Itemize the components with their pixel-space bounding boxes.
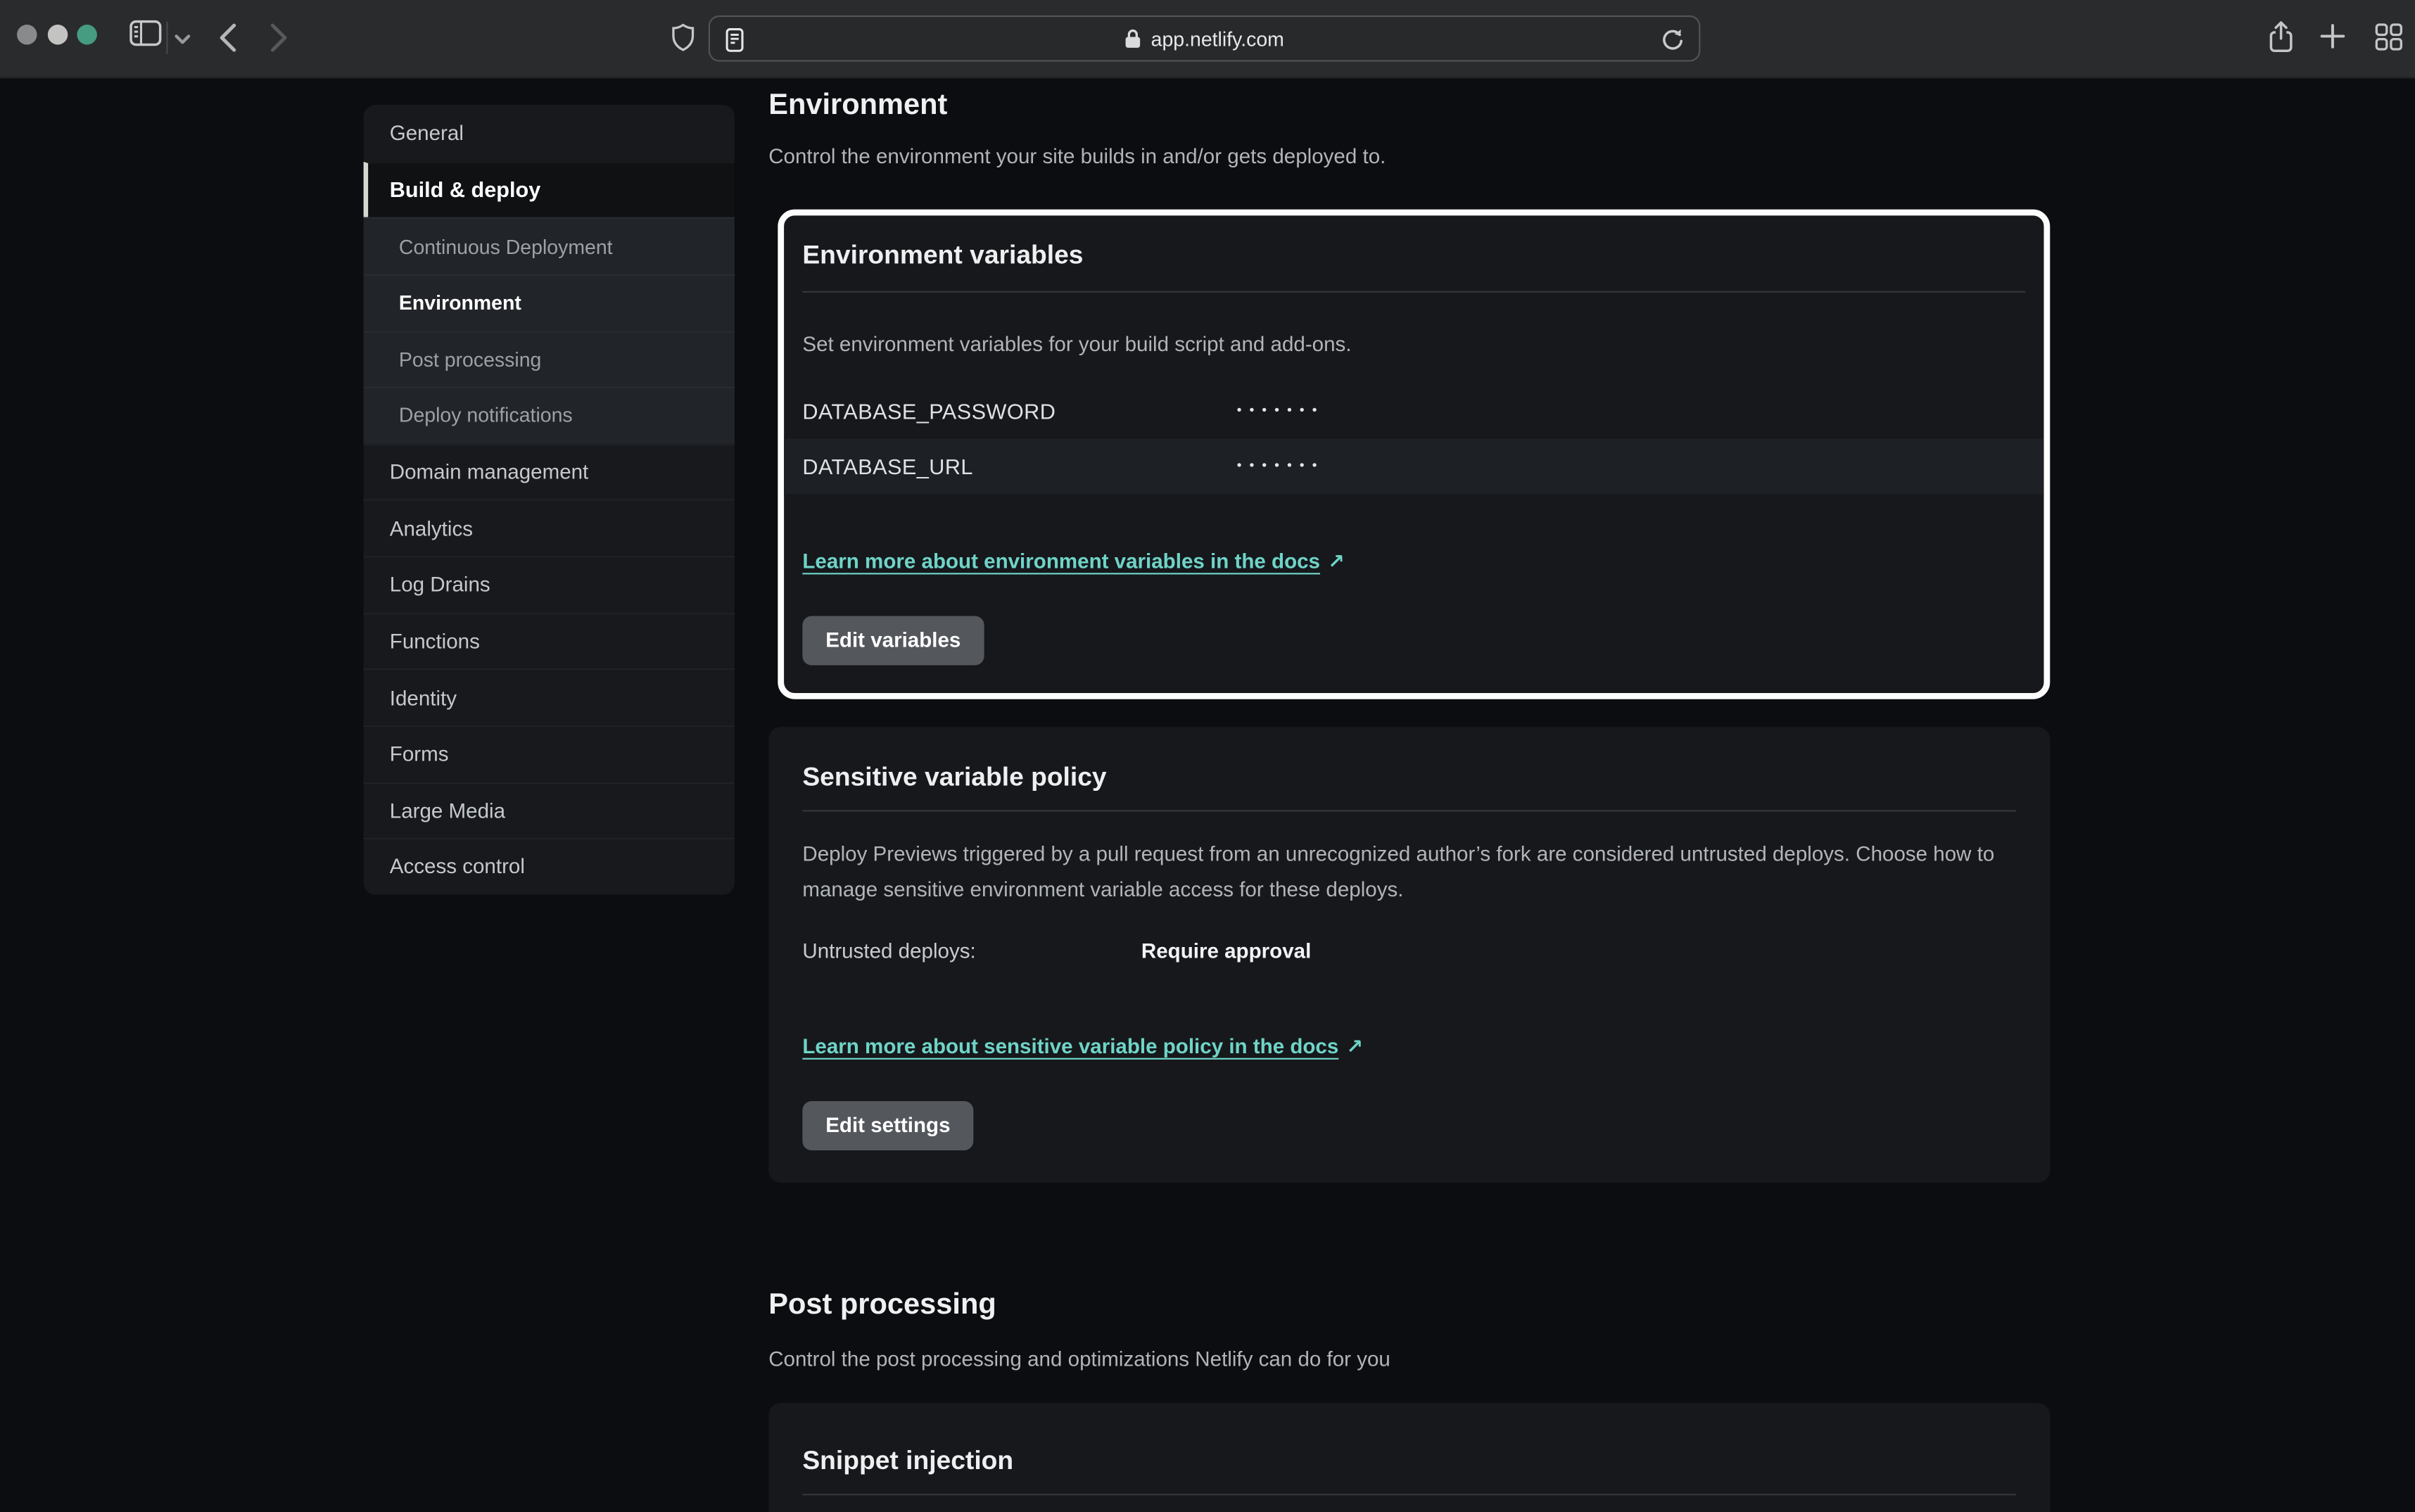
sidebar-toggle-icon[interactable] <box>129 20 162 46</box>
sidebar-item-forms[interactable]: Forms <box>364 725 735 782</box>
forward-button-icon[interactable] <box>270 23 288 53</box>
window-zoom-button[interactable] <box>77 25 96 44</box>
sidebar-item-access-control[interactable]: Access control <box>364 838 735 894</box>
env-variable-row: DATABASE_PASSWORD ••••••• <box>784 383 2043 438</box>
settings-sidebar: General Build & deploy Continuous Deploy… <box>364 105 735 894</box>
env-variable-row: DATABASE_URL ••••••• <box>784 438 2043 494</box>
environment-variables-card-highlight: Environment variables Set environment va… <box>778 209 2050 699</box>
edit-settings-button[interactable]: Edit settings <box>802 1100 973 1150</box>
external-link-arrow-icon: ↗ <box>1346 1034 1363 1059</box>
new-tab-plus-icon[interactable] <box>2319 23 2345 49</box>
env-variable-masked-value: ••••••• <box>1237 459 1325 474</box>
sidebar-item-identity[interactable]: Identity <box>364 668 735 725</box>
sidebar-item-deploy-notifications[interactable]: Deploy notifications <box>364 387 735 443</box>
sensitive-variable-policy-card: Sensitive variable policy Deploy Preview… <box>768 726 2050 1182</box>
post-processing-title: Post processing <box>768 1287 2051 1322</box>
settings-content: Environment Control the environment your… <box>768 79 2051 1512</box>
policy-card-title: Sensitive variable policy <box>802 762 2016 793</box>
window-minimize-button[interactable] <box>47 25 67 44</box>
webpage-viewport: General Build & deploy Continuous Deploy… <box>0 79 2415 1512</box>
post-processing-subtitle: Control the post processing and optimiza… <box>768 1347 2051 1374</box>
toolbar-separator <box>166 22 167 54</box>
untrusted-deploys-label: Untrusted deploys: <box>802 939 1141 963</box>
env-variable-list: DATABASE_PASSWORD ••••••• DATABASE_URL •… <box>784 383 2043 494</box>
url-text: app.netlify.com <box>1151 27 1284 50</box>
sidebar-item-large-media[interactable]: Large Media <box>364 782 735 838</box>
edit-variables-button[interactable]: Edit variables <box>802 616 984 665</box>
sidebar-item-log-drains[interactable]: Log Drains <box>364 556 735 612</box>
sidebar-item-analytics[interactable]: Analytics <box>364 500 735 556</box>
window-controls <box>17 25 97 44</box>
privacy-shield-icon[interactable] <box>671 23 695 53</box>
safari-window: app.netlify.com <box>0 0 2415 1512</box>
window-close-button[interactable] <box>17 25 37 44</box>
sidebar-item-general[interactable]: General <box>364 105 735 161</box>
external-link-arrow-icon: ↗ <box>1328 549 1345 574</box>
page-format-icon[interactable] <box>725 27 744 52</box>
sidebar-item-domain-management[interactable]: Domain management <box>364 443 735 500</box>
divider <box>802 1494 2016 1496</box>
back-button-icon[interactable] <box>219 23 237 53</box>
env-docs-link[interactable]: Learn more about environment variables i… <box>802 549 1344 574</box>
untrusted-deploys-row: Untrusted deploys: Require approval <box>802 939 2016 963</box>
divider <box>802 810 2016 811</box>
page-title: Environment <box>768 88 2051 123</box>
sidebar-item-post-processing[interactable]: Post processing <box>364 330 735 386</box>
page-subtitle: Control the environment your site builds… <box>768 143 2051 170</box>
tls-lock-icon <box>1124 27 1141 49</box>
env-variable-name: DATABASE_URL <box>802 454 1236 478</box>
env-variable-name: DATABASE_PASSWORD <box>802 398 1236 423</box>
policy-docs-link[interactable]: Learn more about sensitive variable poli… <box>802 1034 1363 1059</box>
env-variable-masked-value: ••••••• <box>1237 404 1325 418</box>
browser-toolbar: app.netlify.com <box>0 0 2415 79</box>
policy-card-description: Deploy Previews triggered by a pull requ… <box>802 836 2016 907</box>
divider <box>802 291 2025 292</box>
address-bar-content: app.netlify.com <box>1124 27 1283 50</box>
env-card-title: Environment variables <box>802 240 2025 271</box>
reload-icon[interactable] <box>1661 27 1685 52</box>
share-icon[interactable] <box>2267 20 2295 55</box>
sidebar-item-functions[interactable]: Functions <box>364 612 735 668</box>
env-card-description: Set environment variables for your build… <box>802 331 2025 358</box>
sidebar-item-continuous-deployment[interactable]: Continuous Deployment <box>364 217 735 274</box>
sidebar-item-build-deploy[interactable]: Build & deploy <box>364 161 735 217</box>
untrusted-deploys-value: Require approval <box>1141 939 1311 963</box>
snippet-injection-card: Snippet injection Inject analytics or ot… <box>768 1404 2050 1512</box>
sidebar-chevron-down-icon[interactable] <box>174 34 191 46</box>
tab-overview-icon[interactable] <box>2375 23 2402 51</box>
sidebar-item-environment[interactable]: Environment <box>364 274 735 330</box>
snippet-card-title: Snippet injection <box>802 1447 2016 1478</box>
address-bar[interactable]: app.netlify.com <box>709 15 1701 62</box>
environment-variables-card: Environment variables Set environment va… <box>784 215 2043 693</box>
